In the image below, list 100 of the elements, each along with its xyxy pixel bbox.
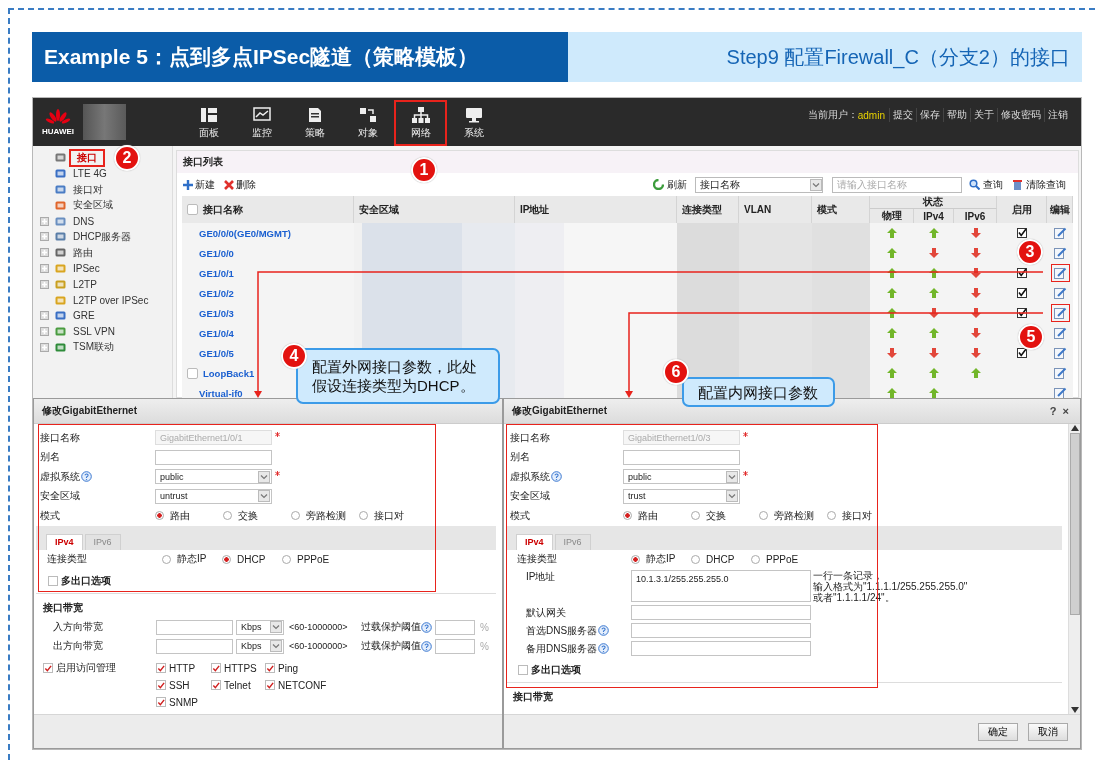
expand-icon[interactable] [40,311,49,321]
nav-tab[interactable]: 系统 [447,100,500,146]
checkbox[interactable] [156,680,166,690]
toolbar-action[interactable]: 新建 [195,177,215,192]
checkbox[interactable] [265,663,275,673]
expand-icon[interactable] [40,327,49,337]
interface-link[interactable]: GE1/0/4 [199,327,234,339]
select-field[interactable]: Kbps [236,619,284,635]
sidebar-item[interactable]: IPSec [69,260,104,276]
edit-icon[interactable] [1053,247,1067,259]
radio-button[interactable] [623,511,632,521]
edit-icon[interactable] [1053,227,1067,239]
text-field[interactable] [155,449,272,465]
edit-icon[interactable] [1053,327,1067,339]
text-area[interactable]: 10.1.3.1/255.255.255.0 [631,569,811,602]
help-icon[interactable] [421,640,432,652]
expand-icon[interactable] [40,279,49,289]
radio-button[interactable] [691,554,700,564]
tab[interactable]: IPv4 [46,533,83,550]
expand-icon[interactable] [40,342,49,352]
sidebar-item[interactable]: DHCP服务器 [69,227,136,246]
radio-button[interactable] [759,511,768,521]
help-icon[interactable] [421,621,432,633]
top-link[interactable]: 注销 [1044,108,1071,122]
sidebar-item[interactable]: SSL VPN [69,324,119,340]
interface-link[interactable]: GE1/0/5 [199,347,234,359]
select-all-checkbox[interactable] [187,204,198,215]
text-field[interactable] [631,641,811,656]
text-field[interactable] [631,623,811,638]
tab[interactable]: IPv4 [516,533,553,550]
radio-button[interactable] [223,511,232,521]
help-icon[interactable] [81,471,92,483]
checkbox[interactable] [265,680,275,690]
text-field[interactable] [623,449,740,465]
radio-button[interactable] [155,511,164,521]
radio-button[interactable] [291,511,300,521]
sidebar-item[interactable]: 接口 [69,148,105,167]
select-field[interactable]: public [155,469,272,485]
sidebar-item[interactable]: L2TP [69,276,101,292]
expand-icon[interactable] [40,216,49,226]
interface-link[interactable]: GE1/0/0 [199,247,234,259]
enabled-checkbox[interactable] [1017,348,1027,358]
sidebar-item[interactable]: 接口对 [69,180,107,199]
clear-query-link[interactable]: 清除查询 [1026,177,1066,192]
checkbox[interactable] [211,663,221,673]
toolbar-action[interactable]: 删除 [236,177,256,192]
enabled-checkbox[interactable] [1017,268,1027,278]
radio-button[interactable] [631,554,640,564]
interface-link[interactable]: Virtual-if0 [199,387,243,398]
radio-button[interactable] [691,511,700,521]
interface-link[interactable]: LoopBack1 [203,367,255,379]
interface-link[interactable]: GE1/0/1 [199,267,234,279]
radio-button[interactable] [282,554,291,564]
text-field[interactable] [435,638,475,654]
radio-button[interactable] [162,554,171,564]
checkbox[interactable] [48,575,58,586]
checkbox[interactable] [518,664,528,675]
top-link[interactable]: 关于 [970,108,997,122]
expand-icon[interactable] [40,263,49,273]
select-field[interactable]: trust [623,488,740,504]
help-icon[interactable] [551,471,562,483]
search-field[interactable]: 请输入接口名称 [832,176,962,193]
sidebar-item[interactable]: LTE 4G [69,166,111,182]
select-field[interactable]: public [623,469,740,485]
nav-tab[interactable]: 策略 [288,100,341,146]
checkbox[interactable] [156,663,166,673]
nav-tab[interactable]: 面板 [182,100,235,146]
radio-button[interactable] [827,511,836,521]
close-button[interactable]: × [1059,405,1072,417]
enabled-checkbox[interactable] [1017,288,1027,298]
interface-link[interactable]: GE0/0/0(GE0/MGMT) [199,227,291,239]
text-field[interactable] [156,638,233,654]
interface-link[interactable]: GE1/0/2 [199,287,234,299]
dialog-button[interactable]: 确定 [978,722,1018,741]
filter-select[interactable]: 接口名称 [695,176,823,193]
edit-icon[interactable] [1053,347,1067,359]
help-icon[interactable] [598,625,610,636]
radio-button[interactable] [751,554,760,564]
text-field[interactable] [631,605,811,620]
nav-tab[interactable]: 对象 [341,100,394,146]
row-checkbox[interactable] [187,367,198,379]
text-field[interactable] [435,619,475,635]
expand-icon[interactable] [40,248,49,258]
sidebar-item[interactable]: GRE [69,308,99,324]
edit-icon[interactable] [1053,287,1067,299]
help-button[interactable]: ? [1046,405,1060,417]
sidebar-item[interactable]: 安全区域 [69,196,117,215]
checkbox[interactable] [211,680,221,690]
refresh-link[interactable]: 刷新 [667,177,687,192]
interface-link[interactable]: GE1/0/3 [199,307,234,319]
sidebar-item[interactable]: 路由 [69,243,97,262]
scrollbar[interactable] [1068,424,1080,714]
top-link[interactable]: 修改密码 [997,108,1044,122]
edit-icon[interactable] [1053,367,1067,379]
sidebar-item[interactable]: DNS [69,213,99,229]
top-link[interactable]: 提交 [889,108,916,122]
enabled-checkbox[interactable] [1017,308,1027,318]
help-icon[interactable] [598,643,610,654]
sidebar-item[interactable]: TSM联动 [69,338,119,357]
select-field[interactable]: Kbps [236,638,284,654]
